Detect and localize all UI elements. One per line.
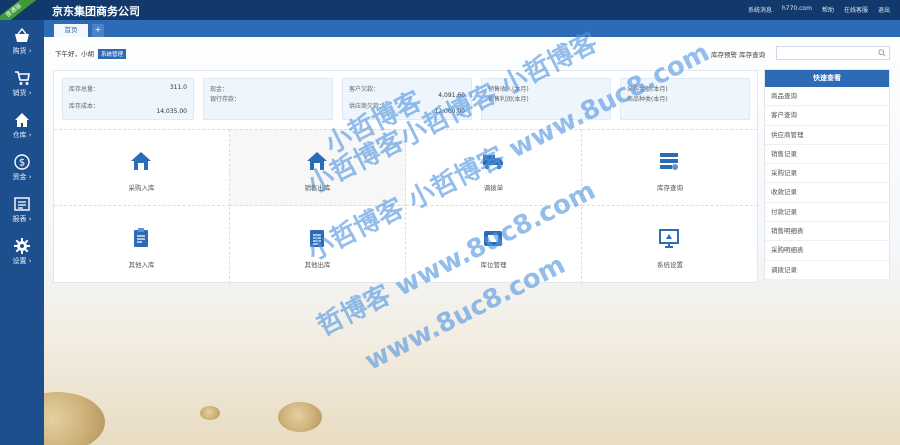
tab-home[interactable]: 首页	[54, 24, 88, 37]
stat-label: 客户欠款：	[349, 86, 380, 93]
purchase-in-icon	[131, 152, 151, 170]
sidebar-item-sales[interactable]: 销货 ›	[0, 66, 44, 104]
shortcut-label: 其他入库	[128, 261, 155, 269]
shortcut-inventory[interactable]: 库存查询	[582, 129, 758, 206]
sidebar-item-settings[interactable]: 设置 ›	[0, 234, 44, 272]
report-icon	[14, 197, 30, 211]
quick-view-panel: 快速查看 商品查询 客户查询 供应商管理 销售记录 采购记录 收款记录 付款记录…	[764, 69, 890, 280]
sidebar-item-label: 销货	[12, 89, 27, 97]
home-icon	[15, 113, 29, 127]
link-system-message[interactable]: 系统消息	[748, 5, 772, 14]
link-help[interactable]: 帮助	[822, 5, 834, 14]
sidebar-item-warehouse[interactable]: 仓库 ›	[0, 108, 44, 146]
stat-value: 311.0	[169, 84, 187, 91]
stat-value: 14,035.00	[156, 108, 187, 115]
hay-bale-image	[278, 402, 322, 432]
cart-icon	[15, 71, 30, 85]
shortcut-system[interactable]: 系统设置	[582, 207, 758, 284]
dollar-icon: $	[14, 154, 30, 170]
link-site[interactable]: h770.com	[782, 5, 812, 14]
quick-item[interactable]: 客户查询	[765, 106, 889, 126]
hay-bale-image	[200, 406, 220, 420]
sidebar-item-reports[interactable]: 报表 ›	[0, 192, 44, 230]
add-tab-button[interactable]: +	[92, 24, 104, 37]
stat-label: 现金：	[210, 86, 229, 93]
top-bar: 普通版 京东集团商务公司 系统消息 h770.com 帮助 在线客服 退出	[0, 0, 900, 33]
other-in-icon	[134, 228, 148, 247]
role-badge: 系统管理	[98, 49, 127, 59]
stat-cash: 现金： 银行存款：	[203, 78, 333, 120]
top-links: 系统消息 h770.com 帮助 在线客服 退出	[748, 5, 890, 14]
greeting: 下午好，小胡 系统管理	[55, 48, 127, 59]
stock-query-label[interactable]: 库存预警 库存查询	[711, 49, 765, 59]
quick-item[interactable]: 供应商管理	[765, 126, 889, 145]
quick-item[interactable]: 采购记录	[765, 164, 889, 184]
shortcut-label: 库存查询	[657, 184, 683, 192]
sidebar-item-label: 仓库	[12, 131, 27, 139]
sidebar-item-label: 资金	[12, 173, 27, 181]
greeting-text: 下午好，小胡	[55, 50, 94, 58]
stat-label: 库存总量：	[69, 86, 100, 93]
link-online-service[interactable]: 在线客服	[844, 5, 868, 14]
quick-item[interactable]: 收款记录	[765, 183, 889, 203]
company-title: 京东集团商务公司	[52, 5, 140, 18]
tab-strip: 首页 +	[44, 20, 900, 37]
inventory-icon	[660, 153, 678, 170]
quick-view-title: 快速查看	[765, 70, 889, 87]
sidebar-item-funds[interactable]: $ 资金 ›	[0, 150, 44, 188]
shortcut-label: 采购入库	[128, 184, 155, 192]
svg-text:$: $	[19, 158, 25, 169]
search-icon[interactable]	[878, 49, 886, 57]
basket-icon	[15, 28, 29, 42]
sidebar-item-label: 设置	[12, 257, 27, 265]
sidebar-item-label: 报表	[12, 215, 27, 223]
left-sidebar: 购货 › 销货 › 仓库 › $ 资金 › 报表 › 设置 ›	[0, 20, 44, 445]
quick-item[interactable]: 采购明细表	[765, 241, 889, 261]
shortcut-other-in[interactable]: 其他入库	[54, 207, 230, 284]
quick-item[interactable]: 付款记录	[765, 203, 889, 223]
gear-icon	[14, 238, 30, 254]
quick-item[interactable]: 销售记录	[765, 145, 889, 165]
search-input[interactable]	[776, 46, 890, 60]
stat-label: 库存成本：	[69, 103, 100, 110]
link-logout[interactable]: 退出	[878, 5, 890, 14]
quick-item[interactable]: 销售明细表	[765, 222, 889, 242]
shortcut-purchase-in[interactable]: 采购入库	[54, 129, 230, 206]
stat-label: 银行存款：	[210, 96, 241, 103]
shortcut-label: 系统设置	[657, 261, 683, 269]
stat-inventory: 库存总量： 311.0 库存成本： 14,035.00	[62, 78, 194, 120]
sidebar-item-label: 购货	[12, 47, 27, 55]
quick-item[interactable]: 商品查询	[765, 87, 889, 107]
quick-item[interactable]: 调拨记录	[765, 261, 889, 280]
sidebar-item-purchase[interactable]: 购货 ›	[0, 24, 44, 62]
monitor-icon	[659, 229, 679, 248]
